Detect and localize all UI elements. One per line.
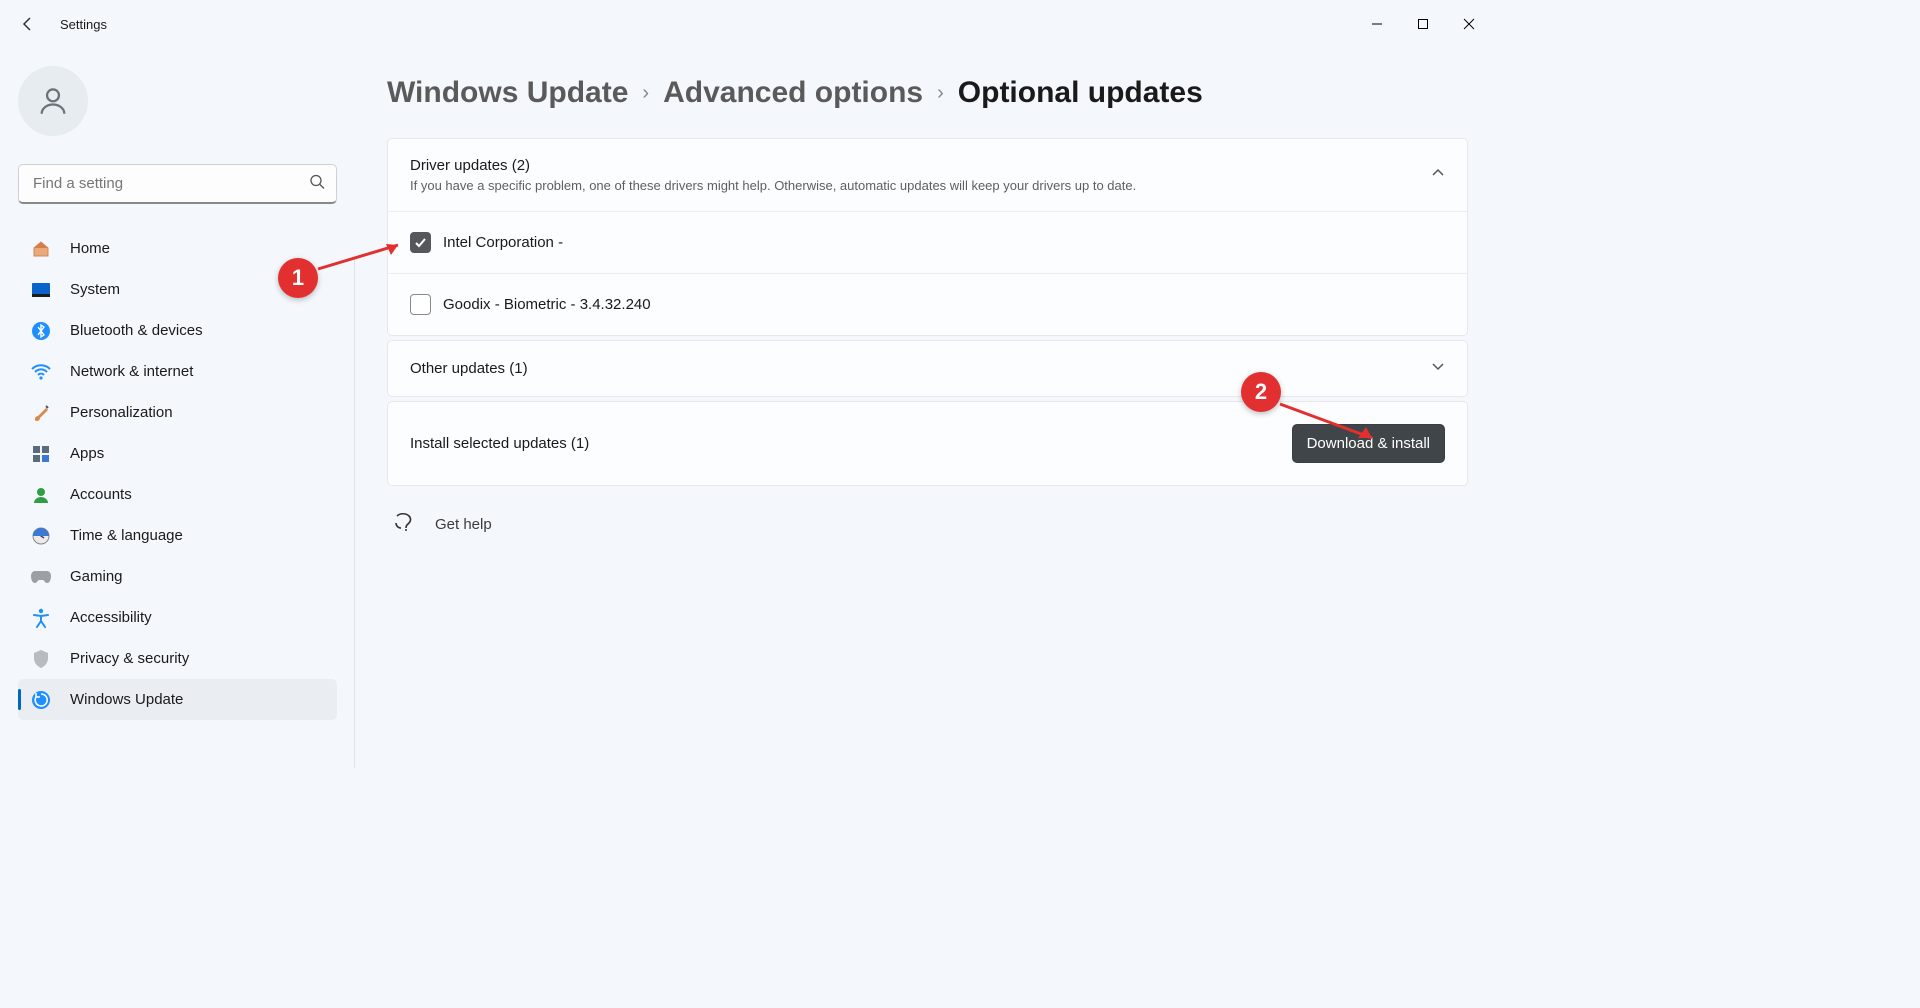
sidebar-item-label: Bluetooth & devices: [70, 322, 203, 339]
sidebar-item-time[interactable]: Time & language: [18, 515, 337, 556]
sidebar: Home System Bluetooth & devices Network …: [0, 48, 355, 788]
system-icon: [30, 279, 52, 301]
brush-icon: [30, 402, 52, 424]
accounts-icon: [30, 484, 52, 506]
other-updates-panel: Other updates (1): [387, 340, 1468, 397]
nav-list: Home System Bluetooth & devices Network …: [18, 228, 337, 720]
sidebar-item-personalization[interactable]: Personalization: [18, 392, 337, 433]
search-input[interactable]: [18, 164, 337, 204]
help-icon: [393, 512, 413, 536]
update-icon: [30, 689, 52, 711]
sidebar-item-label: Accessibility: [70, 609, 152, 626]
sidebar-item-label: Accounts: [70, 486, 132, 503]
get-help-label: Get help: [435, 516, 492, 533]
driver-updates-header[interactable]: Driver updates (2) If you have a specifi…: [388, 139, 1467, 211]
window-controls: [1354, 4, 1492, 44]
panel-subtitle: If you have a specific problem, one of t…: [410, 178, 1136, 193]
avatar[interactable]: [18, 66, 88, 136]
download-install-button[interactable]: Download & install: [1292, 424, 1445, 463]
annotation-callout-1: 1: [278, 258, 318, 298]
sidebar-item-label: Apps: [70, 445, 104, 462]
window-title: Settings: [60, 17, 107, 32]
wifi-icon: [30, 361, 52, 383]
driver-update-label: Goodix - Biometric - 3.4.32.240: [443, 296, 651, 313]
clock-icon: [30, 525, 52, 547]
close-icon: [1463, 18, 1475, 30]
sidebar-item-label: Time & language: [70, 527, 183, 544]
sidebar-item-accessibility[interactable]: Accessibility: [18, 597, 337, 638]
maximize-button[interactable]: [1400, 4, 1446, 44]
sidebar-item-apps[interactable]: Apps: [18, 433, 337, 474]
sidebar-item-label: Gaming: [70, 568, 123, 585]
maximize-icon: [1417, 18, 1429, 30]
bluetooth-icon: [30, 320, 52, 342]
home-icon: [30, 238, 52, 260]
titlebar: Settings: [0, 0, 1500, 48]
minimize-icon: [1371, 18, 1383, 30]
search-box: [18, 164, 337, 204]
main-content: Windows Update › Advanced options › Opti…: [355, 48, 1500, 788]
check-icon: [414, 236, 427, 249]
gamepad-icon: [30, 566, 52, 588]
sidebar-item-windows-update[interactable]: Windows Update: [18, 679, 337, 720]
chevron-right-icon: ›: [642, 82, 649, 105]
annotation-callout-2: 2: [1241, 372, 1281, 412]
breadcrumb-advanced-options[interactable]: Advanced options: [663, 76, 923, 110]
search-icon: [309, 174, 325, 195]
chevron-down-icon: [1431, 359, 1445, 378]
sidebar-item-label: System: [70, 281, 120, 298]
install-panel: Install selected updates (1) Download & …: [387, 401, 1468, 486]
install-title: Install selected updates (1): [410, 435, 589, 452]
driver-updates-panel: Driver updates (2) If you have a specifi…: [387, 138, 1468, 336]
driver-update-row[interactable]: Intel Corporation -: [388, 211, 1467, 273]
sidebar-item-gaming[interactable]: Gaming: [18, 556, 337, 597]
checkbox-goodix[interactable]: [410, 294, 431, 315]
sidebar-item-accounts[interactable]: Accounts: [18, 474, 337, 515]
close-button[interactable]: [1446, 4, 1492, 44]
panel-title: Other updates (1): [410, 360, 528, 377]
sidebar-item-network[interactable]: Network & internet: [18, 351, 337, 392]
apps-icon: [30, 443, 52, 465]
page-title: Optional updates: [958, 76, 1203, 110]
driver-update-row[interactable]: Goodix - Biometric - 3.4.32.240: [388, 273, 1467, 335]
sidebar-item-label: Privacy & security: [70, 650, 189, 667]
checkbox-intel[interactable]: [410, 232, 431, 253]
get-help-link[interactable]: Get help: [387, 490, 1468, 558]
sidebar-item-label: Home: [70, 240, 110, 257]
panel-title: Driver updates (2): [410, 157, 1136, 174]
person-icon: [36, 84, 70, 118]
accessibility-icon: [30, 607, 52, 629]
minimize-button[interactable]: [1354, 4, 1400, 44]
sidebar-item-label: Windows Update: [70, 691, 183, 708]
shield-icon: [30, 648, 52, 670]
driver-update-label: Intel Corporation -: [443, 234, 563, 251]
sidebar-item-label: Personalization: [70, 404, 173, 421]
other-updates-header[interactable]: Other updates (1): [388, 341, 1467, 396]
sidebar-item-label: Network & internet: [70, 363, 193, 380]
sidebar-item-bluetooth[interactable]: Bluetooth & devices: [18, 310, 337, 351]
breadcrumb: Windows Update › Advanced options › Opti…: [387, 76, 1468, 110]
chevron-right-icon: ›: [937, 82, 944, 105]
back-button[interactable]: [8, 4, 48, 44]
chevron-up-icon: [1431, 166, 1445, 185]
sidebar-item-privacy[interactable]: Privacy & security: [18, 638, 337, 679]
arrow-left-icon: [20, 16, 36, 32]
breadcrumb-windows-update[interactable]: Windows Update: [387, 76, 628, 110]
